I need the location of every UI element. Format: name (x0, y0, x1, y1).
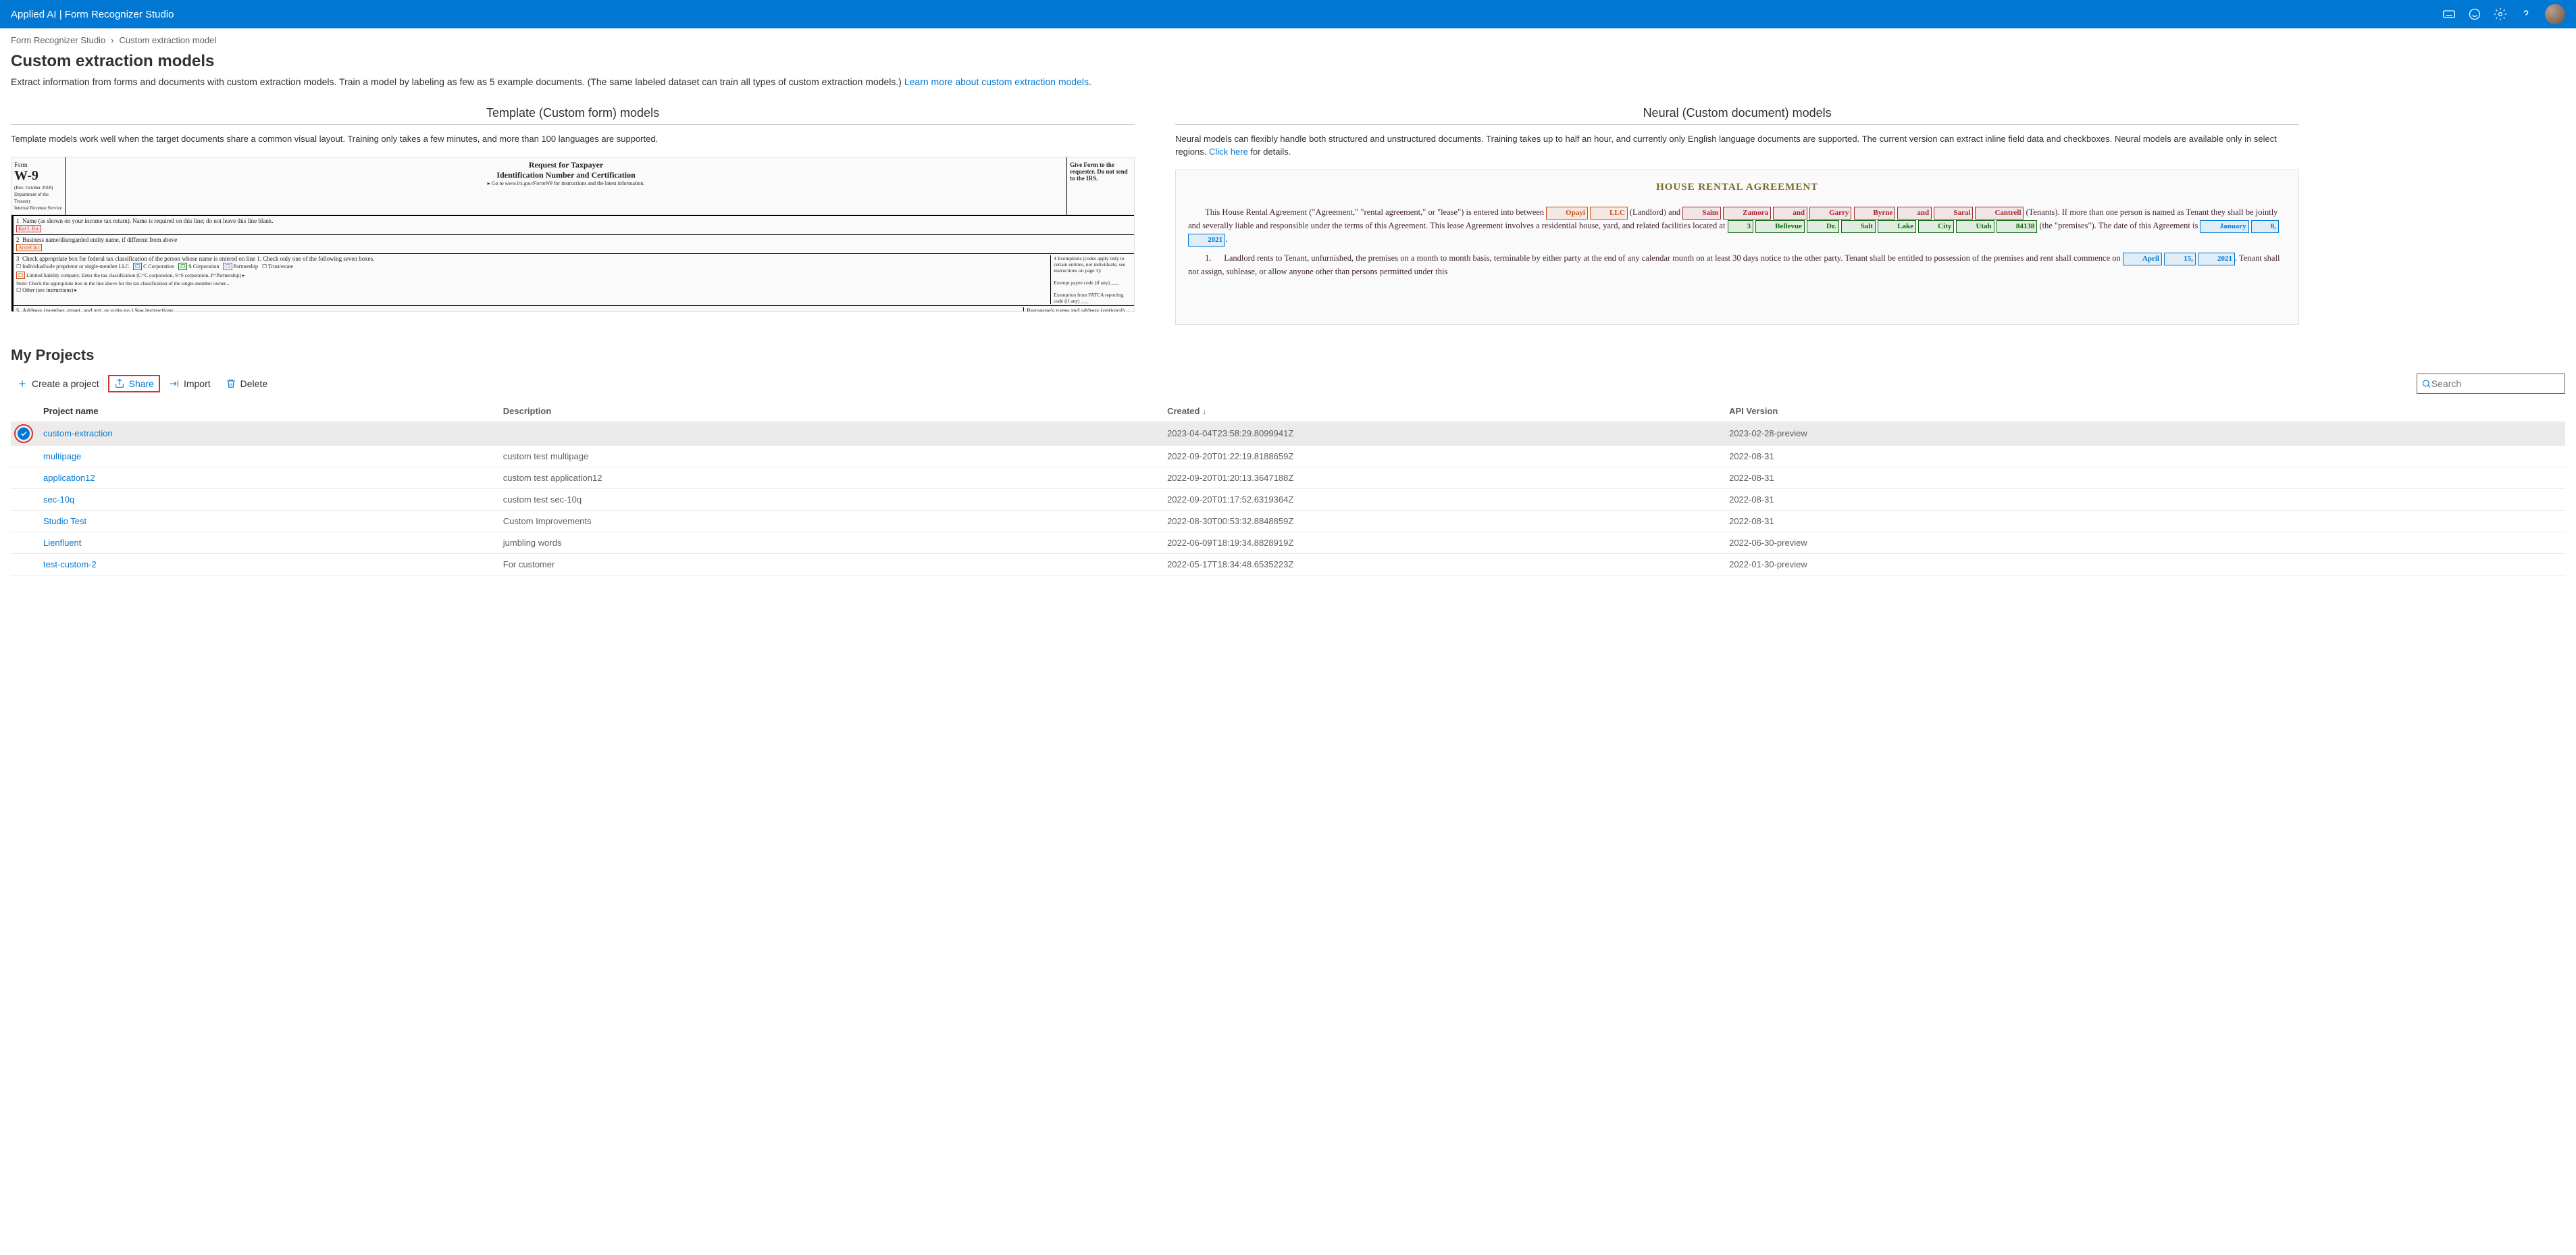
app-title: Applied AI | Form Recognizer Studio (11, 9, 2442, 20)
project-description: For customer (496, 553, 1160, 575)
project-created: 2022-09-20T01:17:52.6319364Z (1160, 488, 1722, 510)
row-select-cell[interactable] (11, 532, 36, 553)
neural-model-preview: HOUSE RENTAL AGREEMENT This House Rental… (1175, 170, 2299, 325)
delete-button[interactable]: Delete (220, 375, 274, 392)
project-description: jumbling words (496, 532, 1160, 553)
col-name[interactable]: Project name (36, 401, 496, 422)
project-link[interactable]: custom-extraction (43, 428, 113, 438)
row-select-cell[interactable] (11, 421, 36, 445)
row-select-cell[interactable] (11, 553, 36, 575)
keyboard-icon[interactable] (2442, 7, 2456, 21)
table-row[interactable]: Lienfluent jumbling words2022-06-09T18:19… (11, 532, 2565, 553)
project-description: custom test application12 (496, 467, 1160, 488)
project-link[interactable]: application12 (43, 473, 95, 483)
search-box[interactable] (2417, 374, 2565, 394)
topbar-icons (2442, 4, 2565, 24)
neural-model-desc: Neural models can flexibly handle both s… (1175, 133, 2299, 159)
project-api-version: 2022-08-31 (1722, 510, 2565, 532)
table-row[interactable]: application12custom test application1220… (11, 467, 2565, 488)
table-row[interactable]: sec-10q custom test sec-10q2022-09-20T01:… (11, 488, 2565, 510)
project-link[interactable]: test-custom-2 (43, 559, 97, 569)
project-link[interactable]: Lienfluent (43, 538, 81, 548)
project-api-version: 2022-08-31 (1722, 445, 2565, 467)
neural-model-heading: Neural (Custom document) models (1175, 106, 2299, 125)
chevron-right-icon: › (111, 35, 113, 45)
search-input[interactable] (2431, 378, 2560, 389)
project-api-version: 2022-06-30-preview (1722, 532, 2565, 553)
row-select-cell[interactable] (11, 488, 36, 510)
col-select (11, 401, 36, 422)
smile-icon[interactable] (2468, 7, 2481, 21)
row-select-cell[interactable] (11, 510, 36, 532)
project-created: 2022-05-17T18:34:48.6535223Z (1160, 553, 1722, 575)
breadcrumb-root[interactable]: Form Recognizer Studio (11, 35, 105, 45)
template-model-column: Template (Custom form) models Template m… (11, 106, 1135, 325)
help-icon[interactable] (2519, 7, 2533, 21)
table-row[interactable]: Studio Test Custom Improvements2022-08-30… (11, 510, 2565, 532)
project-link[interactable]: multipage (43, 451, 81, 461)
project-created: 2022-06-09T18:19:34.8828919Z (1160, 532, 1722, 553)
project-created: 2022-09-20T01:20:13.3647188Z (1160, 467, 1722, 488)
template-model-heading: Template (Custom form) models (11, 106, 1135, 125)
model-types-row: Template (Custom form) models Template m… (11, 106, 2565, 325)
avatar[interactable] (2545, 4, 2565, 24)
project-description: custom test multipage (496, 445, 1160, 467)
table-row[interactable]: multipage custom test multipage2022-09-20… (11, 445, 2565, 467)
page-title: Custom extraction models (11, 52, 2565, 71)
share-button[interactable]: Share (108, 375, 160, 392)
project-created: 2022-09-20T01:22:19.8188659Z (1160, 445, 1722, 467)
col-description[interactable]: Description (496, 401, 1160, 422)
template-model-desc: Template models work well when the targe… (11, 133, 1135, 146)
breadcrumb-current[interactable]: Custom extraction model (120, 35, 217, 45)
learn-more-link[interactable]: Learn more about custom extraction model… (904, 76, 1089, 87)
table-row[interactable]: custom-extraction 2023-04-04T23:58:29.809… (11, 421, 2565, 445)
row-select-cell[interactable] (11, 467, 36, 488)
neural-model-column: Neural (Custom document) models Neural m… (1175, 106, 2299, 325)
gear-icon[interactable] (2494, 7, 2507, 21)
project-api-version: 2022-01-30-preview (1722, 553, 2565, 575)
project-link[interactable]: sec-10q (43, 494, 74, 505)
project-description: Custom Improvements (496, 510, 1160, 532)
project-created: 2023-04-04T23:58:29.8099941Z (1160, 421, 1722, 445)
checkmark-icon[interactable] (18, 428, 30, 440)
top-bar: Applied AI | Form Recognizer Studio (0, 0, 2576, 28)
project-api-version: 2023-02-28-preview (1722, 421, 2565, 445)
my-projects-heading: My Projects (11, 347, 2565, 364)
project-description (496, 421, 1160, 445)
sort-desc-icon: ↓ (1202, 408, 1206, 416)
breadcrumb: Form Recognizer Studio › Custom extracti… (0, 28, 2576, 52)
project-description: custom test sec-10q (496, 488, 1160, 510)
col-created[interactable]: Created↓ (1160, 401, 1722, 422)
project-api-version: 2022-08-31 (1722, 488, 2565, 510)
project-created: 2022-08-30T00:53:32.8848859Z (1160, 510, 1722, 532)
page-description: Extract information from forms and docum… (11, 76, 2565, 87)
projects-toolbar: Create a project Share Import Delete (11, 374, 2565, 394)
table-row[interactable]: test-custom-2 For customer2022-05-17T18:3… (11, 553, 2565, 575)
project-link[interactable]: Studio Test (43, 516, 86, 526)
click-here-link[interactable]: Click here (1209, 147, 1248, 157)
template-model-preview: FormW-9(Rev. October 2018)Department of … (11, 157, 1135, 312)
projects-table: Project name Description Created↓ API Ve… (11, 401, 2565, 575)
search-icon (2421, 378, 2431, 389)
col-api-version[interactable]: API Version (1722, 401, 2565, 422)
row-select-cell[interactable] (11, 445, 36, 467)
create-project-button[interactable]: Create a project (11, 375, 105, 392)
import-button[interactable]: Import (163, 375, 217, 392)
project-api-version: 2022-08-31 (1722, 467, 2565, 488)
